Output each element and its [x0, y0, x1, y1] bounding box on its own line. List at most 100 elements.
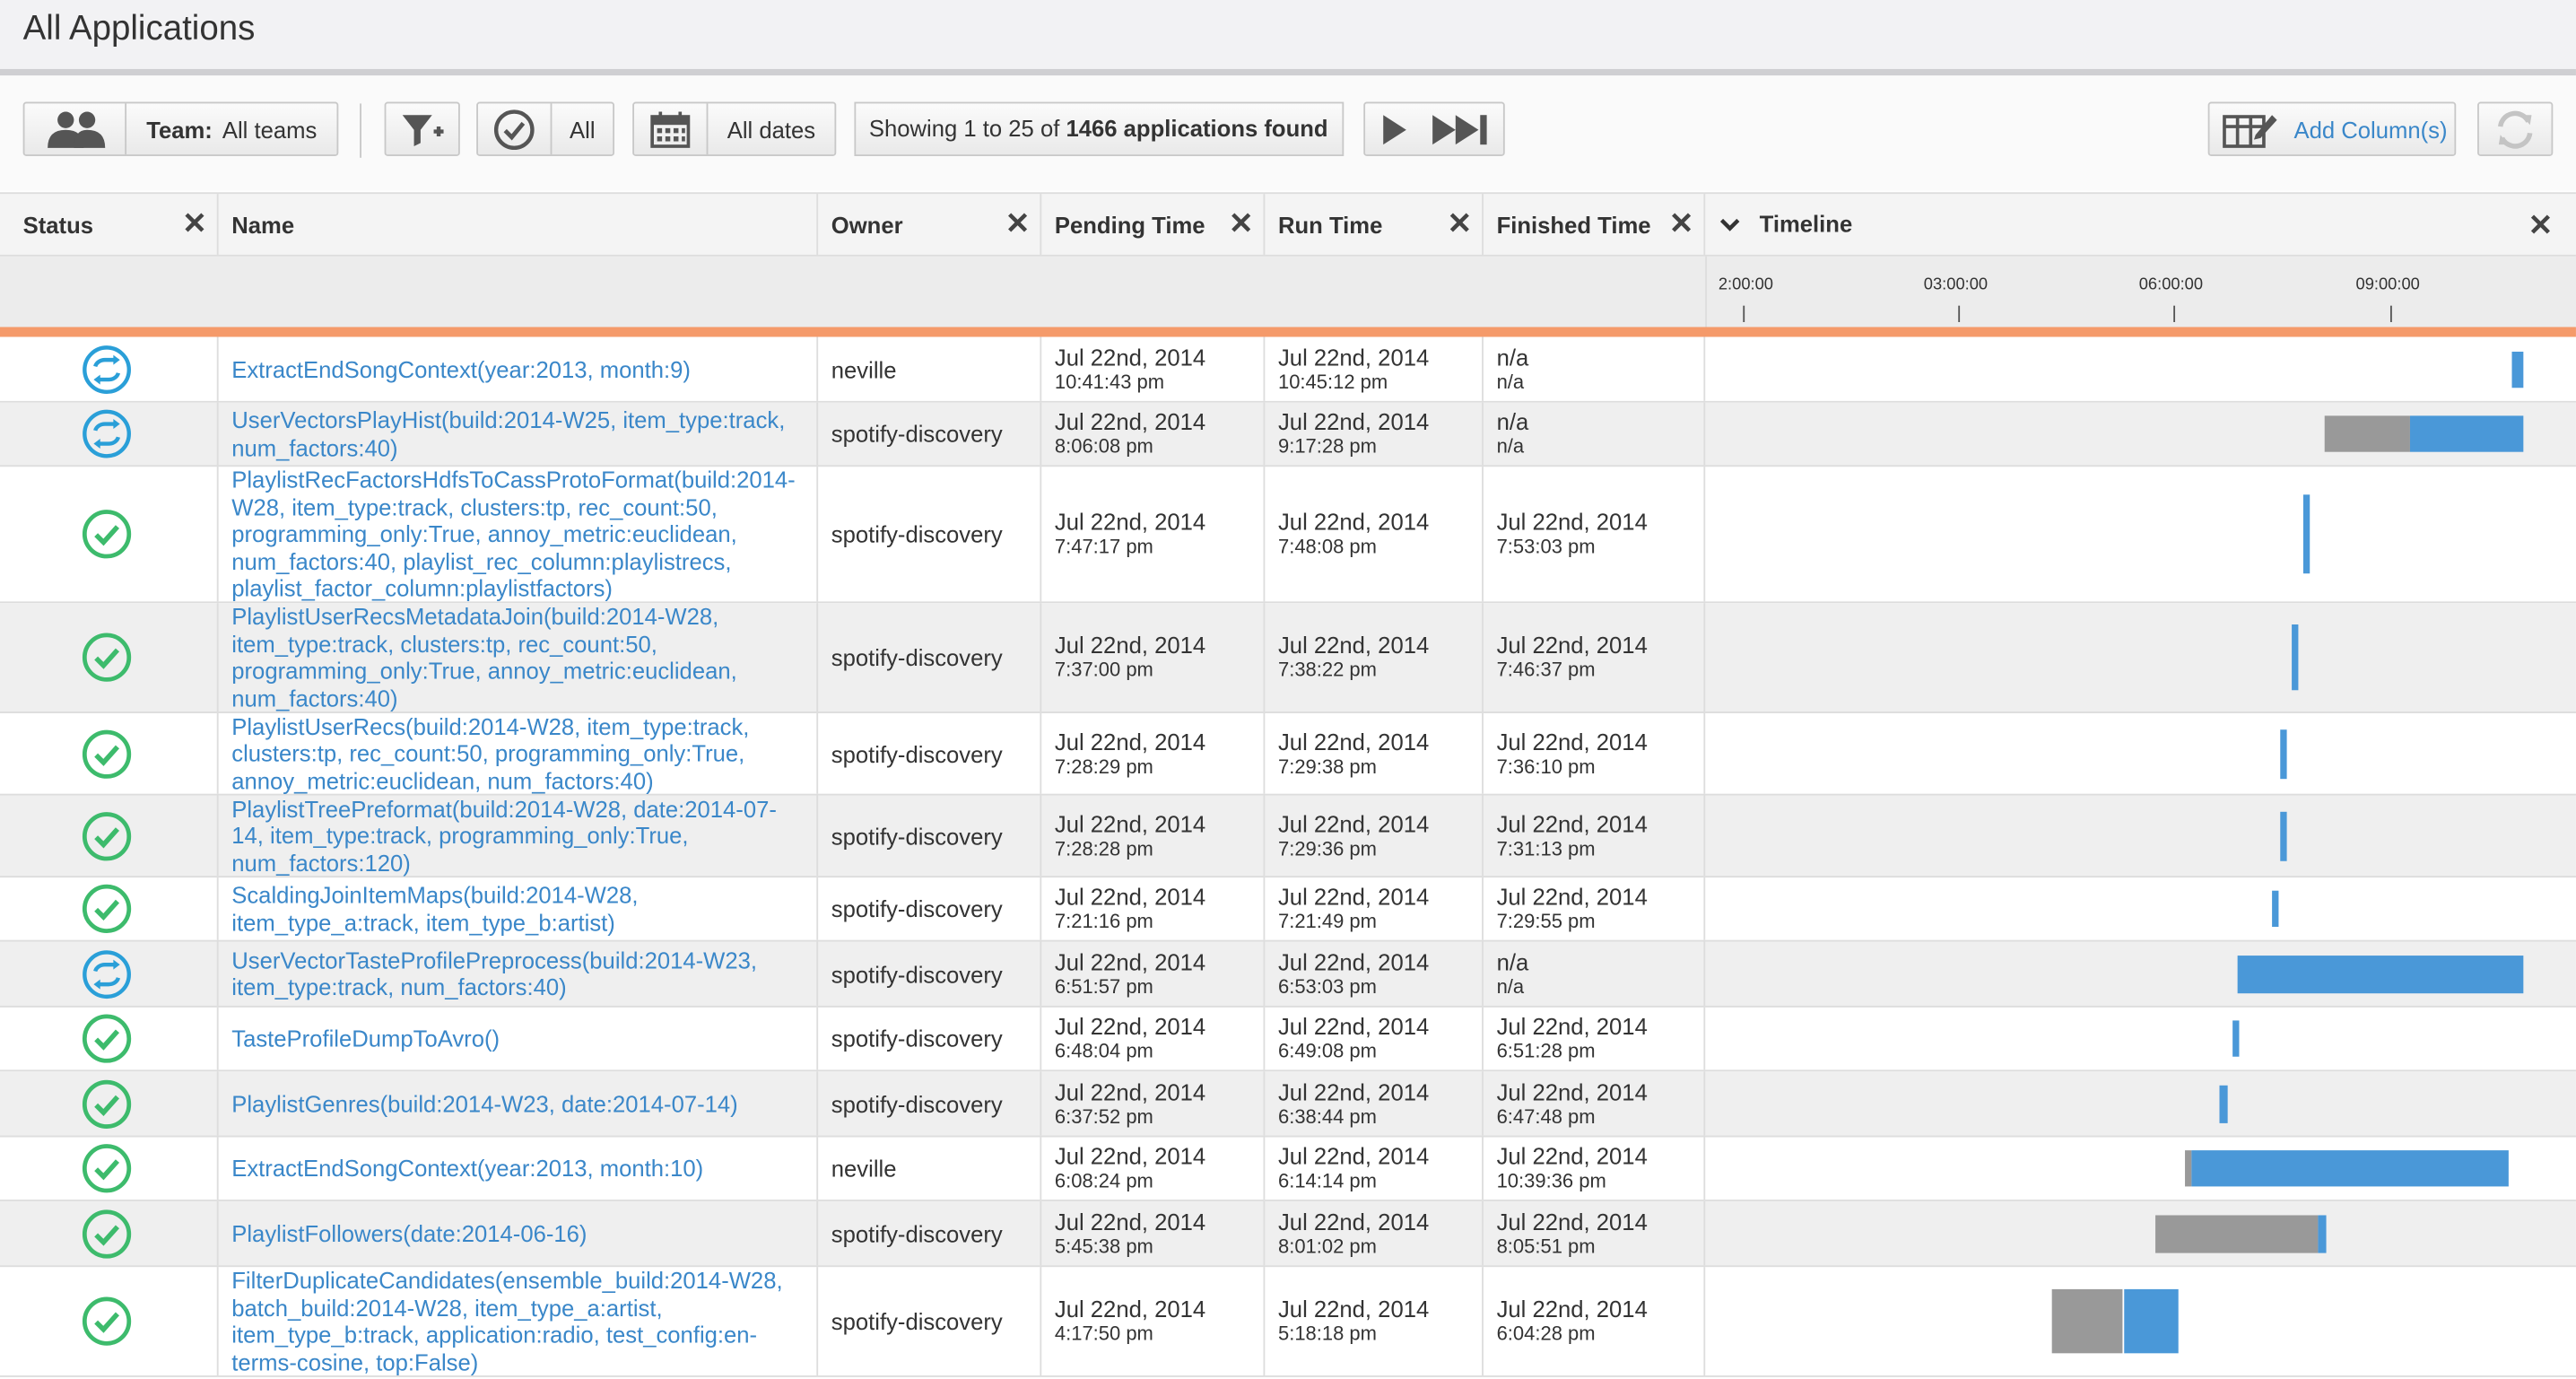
remove-column-icon[interactable]: ✕	[1005, 207, 1031, 241]
timeline-pending-bar[interactable]	[2324, 415, 2410, 452]
run-time: 8:01:02 pm	[1277, 1234, 1377, 1258]
pending-time-cell: Jul 22nd, 2014 7:47:17 pm	[1041, 467, 1266, 602]
column-header-name[interactable]: Name	[219, 194, 819, 255]
table-row[interactable]: TasteProfileDumpToAvro() spotify-discove…	[0, 1007, 2576, 1072]
table-row[interactable]: PlaylistRecFactorsHdfsToCassProtoFormat(…	[0, 467, 2576, 604]
table-row[interactable]: ScaldingJoinItemMaps(build:2014-W28, ite…	[0, 877, 2576, 942]
finished-time-cell: Jul 22nd, 2014 6:47:48 pm	[1484, 1071, 1706, 1136]
date-filter-value: All dates	[727, 116, 816, 143]
finished-time-cell: n/a n/a	[1484, 941, 1706, 1006]
application-name-link[interactable]: UserVectorsPlayHist(build:2014-W25, item…	[231, 406, 806, 460]
application-name-link[interactable]: UserVectorTasteProfilePreprocess(build:2…	[231, 947, 806, 1000]
remove-column-icon[interactable]: ✕	[182, 207, 207, 241]
timeline-run-bar[interactable]	[2219, 1084, 2228, 1122]
application-name-link[interactable]: ScaldingJoinItemMaps(build:2014-W28, ite…	[231, 882, 806, 936]
table-row[interactable]: PlaylistGenres(build:2014-W23, date:2014…	[0, 1071, 2576, 1138]
application-name-link[interactable]: PlaylistRecFactorsHdfsToCassProtoFormat(…	[231, 467, 806, 602]
timeline-run-bar[interactable]	[2280, 729, 2287, 779]
remove-column-icon[interactable]: ✕	[1229, 207, 1254, 241]
owner-cell: neville	[818, 336, 1042, 401]
table-row[interactable]: UserVectorTasteProfilePreprocess(build:2…	[0, 941, 2576, 1008]
finished-date: n/a	[1496, 343, 1529, 371]
column-label: Owner	[831, 212, 903, 239]
timeline-run-bar[interactable]	[2237, 955, 2524, 993]
success-check-icon	[82, 1209, 132, 1258]
column-header-pending[interactable]: Pending Time ✕	[1041, 194, 1266, 255]
application-name-link[interactable]: PlaylistUserRecs(build:2014-W28, item_ty…	[231, 712, 806, 794]
table-row[interactable]: UserVectorsPlayHist(build:2014-W25, item…	[0, 402, 2576, 467]
table-row[interactable]: PlaylistUserRecsMetadataJoin(build:2014-…	[0, 603, 2576, 713]
finished-time: n/a	[1496, 434, 1525, 458]
timeline-run-bar[interactable]	[2511, 351, 2524, 388]
success-check-icon	[82, 1144, 132, 1193]
column-header-owner[interactable]: Owner ✕	[818, 194, 1042, 255]
date-filter-button[interactable]: All dates	[632, 101, 837, 157]
owner-value: neville	[831, 1155, 897, 1182]
run-time-cell: Jul 22nd, 2014 7:38:22 pm	[1265, 603, 1484, 712]
timeline-run-bar[interactable]	[2280, 810, 2287, 860]
status-cell	[0, 941, 219, 1006]
column-header-finished[interactable]: Finished Time ✕	[1484, 194, 1706, 255]
run-time: 7:29:38 pm	[1277, 754, 1377, 778]
application-name-link[interactable]: ExtractEndSongContext(year:2013, month:1…	[231, 1155, 806, 1182]
timeline-run-bar[interactable]	[2232, 1020, 2240, 1057]
timeline-run-bar[interactable]	[2409, 415, 2524, 452]
table-row[interactable]: PlaylistFollowers(date:2014-06-16) spoti…	[0, 1200, 2576, 1268]
application-name-link[interactable]: TasteProfileDumpToAvro()	[231, 1025, 806, 1052]
finished-date: Jul 22nd, 2014	[1496, 508, 1648, 536]
timeline-run-bar[interactable]	[2191, 1150, 2509, 1187]
chevron-down-icon[interactable]	[1719, 214, 1742, 243]
column-header-status[interactable]: Status ✕	[0, 194, 219, 255]
owner-cell: spotify-discovery	[818, 877, 1042, 940]
refresh-button[interactable]	[2477, 101, 2554, 157]
column-header-run[interactable]: Run Time ✕	[1265, 194, 1484, 255]
pending-time: 8:06:08 pm	[1054, 434, 1153, 458]
results-prefix: Showing 1 to 25 of	[868, 115, 1060, 142]
application-name-link[interactable]: ExtractEndSongContext(year:2013, month:9…	[231, 355, 806, 382]
finished-date: Jul 22nd, 2014	[1496, 1013, 1648, 1040]
application-name-link[interactable]: PlaylistFollowers(date:2014-06-16)	[231, 1220, 806, 1247]
last-page-icon[interactable]	[1421, 103, 1503, 154]
timeline-run-bar[interactable]	[2272, 890, 2279, 928]
finished-time-cell: Jul 22nd, 2014 8:05:51 pm	[1484, 1200, 1706, 1266]
table-row[interactable]: PlaylistUserRecs(build:2014-W28, item_ty…	[0, 712, 2576, 796]
status-cell	[0, 467, 219, 602]
finished-date: Jul 22nd, 2014	[1496, 1142, 1648, 1170]
remove-column-icon[interactable]: ✕	[1447, 207, 1472, 241]
timeline-run-bar[interactable]	[2318, 1214, 2327, 1252]
timeline-run-bar[interactable]	[2124, 1288, 2179, 1354]
table-row[interactable]: FilterDuplicateCandidates(ensemble_build…	[0, 1267, 2576, 1377]
application-name-link[interactable]: PlaylistTreePreformat(build:2014-W28, da…	[231, 795, 806, 877]
column-label: Name	[231, 212, 295, 239]
pending-date: Jul 22nd, 2014	[1054, 1296, 1206, 1322]
status-filter-button[interactable]: All	[476, 101, 615, 157]
add-filter-button[interactable]	[384, 101, 460, 157]
refresh-icon	[2479, 103, 2552, 154]
finished-date: Jul 22nd, 2014	[1496, 809, 1648, 837]
table-row[interactable]: ExtractEndSongContext(year:2013, month:9…	[0, 336, 2576, 403]
pending-time-cell: Jul 22nd, 2014 6:08:24 pm	[1041, 1137, 1266, 1200]
timeline-pending-bar[interactable]	[2155, 1214, 2319, 1252]
application-name-link[interactable]: PlaylistUserRecsMetadataJoin(build:2014-…	[231, 603, 806, 711]
next-page-icon[interactable]	[1365, 103, 1421, 154]
timeline-run-bar[interactable]	[2292, 624, 2299, 691]
remove-column-icon[interactable]: ✕	[2528, 209, 2554, 243]
timeline-pending-bar[interactable]	[2051, 1288, 2123, 1354]
pending-time: 6:08:24 pm	[1054, 1169, 1153, 1192]
finished-time-cell: Jul 22nd, 2014 7:29:55 pm	[1484, 877, 1706, 940]
application-name-link[interactable]: PlaylistGenres(build:2014-W23, date:2014…	[231, 1090, 806, 1117]
name-cell: UserVectorsPlayHist(build:2014-W25, item…	[219, 402, 819, 466]
table-row[interactable]: ExtractEndSongContext(year:2013, month:1…	[0, 1137, 2576, 1201]
column-header-timeline[interactable]: Timeline ✕	[1705, 194, 2576, 255]
team-filter-button[interactable]: Team: All teams	[22, 101, 339, 157]
timeline-pending-bar[interactable]	[2185, 1150, 2192, 1187]
finished-date: Jul 22nd, 2014	[1496, 883, 1648, 910]
run-time: 7:21:49 pm	[1277, 909, 1377, 933]
add-columns-button[interactable]: Add Column(s)	[2207, 101, 2457, 157]
owner-value: spotify-discovery	[831, 822, 1003, 850]
remove-column-icon[interactable]: ✕	[1669, 207, 1694, 241]
success-check-icon	[82, 1078, 132, 1129]
application-name-link[interactable]: FilterDuplicateCandidates(ensemble_build…	[231, 1267, 806, 1375]
table-row[interactable]: PlaylistTreePreformat(build:2014-W28, da…	[0, 795, 2576, 878]
timeline-run-bar[interactable]	[2302, 494, 2311, 574]
